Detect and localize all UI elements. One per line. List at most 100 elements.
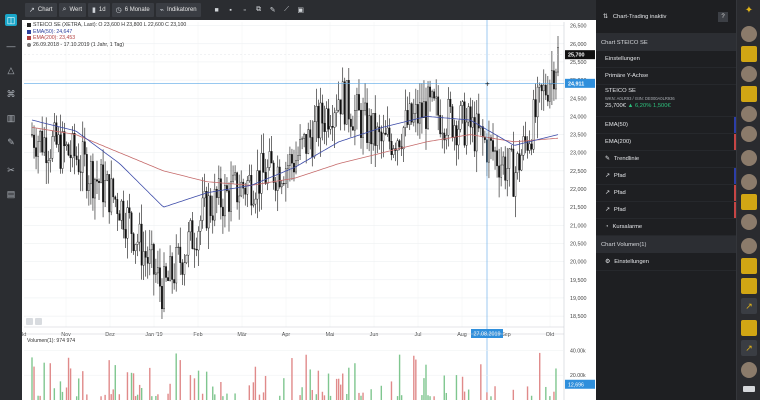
line-icon[interactable]: ⟋	[281, 3, 293, 17]
multi-chart-icon[interactable]: ⧉	[253, 3, 265, 17]
candle-body	[315, 105, 318, 122]
gold-bars-icon[interactable]	[741, 46, 757, 62]
fullscreen-icon[interactable]: ▣	[295, 3, 307, 17]
trend-icon[interactable]: ↗	[741, 340, 757, 356]
x-tick-label: Okt	[22, 332, 27, 338]
candle-body	[475, 113, 478, 152]
item-einstellungen[interactable]: Einstellungen	[596, 51, 736, 68]
more-icon[interactable]	[743, 386, 755, 392]
candle-body	[128, 207, 131, 214]
avatar[interactable]	[741, 174, 757, 190]
item-volume-einstellungen[interactable]: ⚙ Einstellungen	[596, 253, 736, 271]
avatar[interactable]	[741, 106, 757, 122]
candle-body	[232, 174, 234, 182]
candle-body	[520, 154, 523, 171]
chart-button[interactable]: ↗ Chart	[25, 3, 57, 17]
candle-body	[461, 101, 464, 106]
price-chart[interactable]: 18,500 19,000 19,500 20,000 20,500 21,000 21,5…	[22, 20, 596, 400]
draw-icon[interactable]: ✎	[267, 3, 279, 17]
stock-info[interactable]: STEICO SE WKN: A0LR93 / ISIN: DE000A0LR9…	[596, 85, 736, 117]
clock-icon: ◷	[115, 7, 122, 14]
item-pfad-2[interactable]: ↗ Pfad	[596, 185, 736, 202]
volume-bar	[75, 396, 78, 400]
gold-bars-icon[interactable]	[741, 86, 757, 102]
item-primary-y-axis[interactable]: Primäre Y-Achse	[596, 68, 736, 85]
item-pfad-1[interactable]: ↗ Pfad	[596, 168, 736, 185]
gold-bars-icon[interactable]	[741, 278, 757, 294]
alarm-icon: ◔	[605, 224, 609, 230]
chart-area[interactable]: 18,500 19,000 19,500 20,000 20,500 21,000 21,5…	[22, 20, 596, 400]
candle-body	[112, 178, 115, 198]
candle-body	[138, 223, 141, 243]
candle-body	[496, 150, 498, 167]
candle-body	[142, 251, 145, 266]
wert-button[interactable]: ⌕ Wert	[58, 3, 87, 17]
lightbulb-icon[interactable]: ✦	[741, 3, 757, 19]
avatar[interactable]	[741, 66, 757, 82]
volume-bar	[315, 394, 318, 400]
rect-icon[interactable]: ▫	[239, 3, 251, 17]
item-ema50[interactable]: EMA(50)	[596, 117, 736, 134]
candle-body	[382, 132, 385, 142]
horizontal-line-icon[interactable]: —	[5, 40, 17, 52]
interval-button[interactable]: ▮ 1d	[88, 3, 110, 17]
help-button[interactable]: ?	[718, 11, 728, 22]
gold-bars-icon[interactable]	[741, 194, 757, 210]
pencil-icon[interactable]: ✎	[5, 136, 17, 148]
trend-icon[interactable]: ↗	[741, 298, 757, 314]
stop-outline-icon[interactable]: ▪	[225, 3, 237, 17]
layout-icon[interactable]: ◫	[5, 14, 17, 26]
candle-body	[45, 137, 48, 164]
candle-body	[477, 113, 480, 129]
item-pfad-3[interactable]: ↗ Pfad	[596, 202, 736, 219]
range-button[interactable]: ◷ 6 Monate	[111, 3, 154, 17]
candle-body	[140, 223, 143, 266]
candle-body	[421, 102, 423, 119]
shapes-icon[interactable]: ⌘	[5, 88, 17, 100]
candle-body	[181, 262, 184, 275]
item-ema200[interactable]: EMA(200)	[596, 134, 736, 151]
candle-body	[364, 102, 366, 111]
triangle-icon[interactable]: △	[5, 64, 17, 76]
volume-bar	[100, 396, 102, 400]
avatar[interactable]	[741, 150, 757, 166]
gold-bars-icon[interactable]	[741, 320, 757, 336]
item-trendlinie[interactable]: ✎ Trendlinie	[596, 151, 736, 168]
delete-icon[interactable]: ▤	[5, 188, 17, 200]
gold-bars-icon[interactable]	[741, 258, 757, 274]
tools-icon[interactable]: ✂	[5, 164, 17, 176]
volume-bar	[169, 383, 171, 400]
volume-bar	[461, 376, 464, 400]
candle-body	[299, 138, 301, 156]
volume-bar	[104, 394, 106, 400]
avatar[interactable]	[741, 126, 757, 142]
volume-bar	[118, 394, 121, 400]
indicators-button[interactable]: ⌁ Indikatoren	[155, 3, 201, 17]
trash-icon[interactable]: ▥	[5, 112, 17, 124]
volume-bar	[258, 394, 261, 400]
candle-body	[272, 162, 275, 183]
item-kursalarme[interactable]: ◔ Kursalarme	[596, 219, 736, 236]
y-tick-label: 26,000	[570, 42, 587, 48]
candle-body	[356, 94, 358, 111]
candle-body	[378, 126, 381, 133]
avatar[interactable]	[741, 214, 757, 230]
candle-body	[309, 129, 312, 138]
avatar[interactable]	[741, 238, 757, 254]
candle-body	[197, 231, 200, 251]
x-tick-label: Feb	[193, 332, 202, 338]
candle-body	[43, 137, 46, 153]
candle-body	[193, 248, 196, 250]
candle-body	[126, 207, 129, 239]
avatar[interactable]	[741, 26, 757, 42]
candle-body	[325, 108, 328, 132]
stop-icon[interactable]: ■	[211, 3, 223, 17]
candle-body	[94, 179, 96, 199]
candle-body	[37, 141, 39, 157]
candle-body	[551, 70, 553, 85]
volume-bar	[305, 354, 307, 400]
candle-body	[270, 151, 273, 164]
candle-body	[522, 136, 525, 156]
x-tick-label: Mär	[237, 332, 246, 338]
avatar[interactable]	[741, 362, 757, 378]
